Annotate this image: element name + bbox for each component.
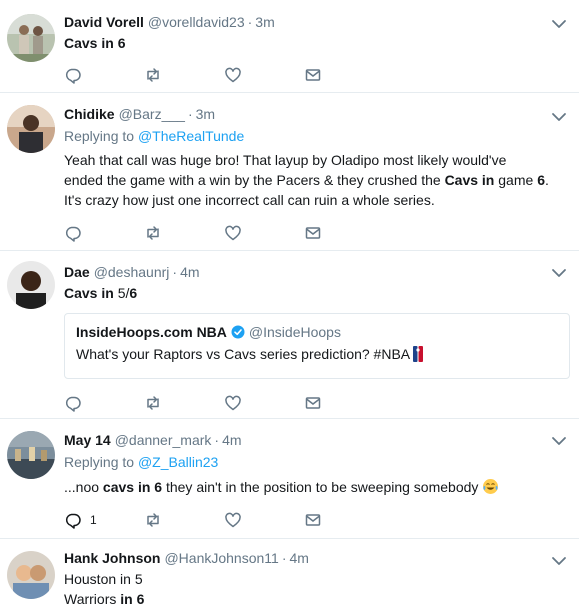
chevron-down-icon[interactable]	[551, 433, 567, 449]
reply-icon	[65, 68, 81, 84]
tweet-text: Cavs in 6	[64, 35, 126, 51]
timestamp[interactable]: 3m	[196, 105, 215, 123]
separator: ·	[214, 432, 220, 448]
like-button[interactable]	[224, 223, 304, 243]
tweet-header: Hank Johnson @HankJohnson11 · 4m	[64, 549, 549, 567]
display-name[interactable]: David Vorell	[64, 13, 144, 31]
timestamp[interactable]: 3m	[255, 13, 274, 31]
chevron-down-icon[interactable]	[551, 16, 567, 32]
like-icon	[225, 67, 241, 83]
direct-message-button[interactable]	[304, 393, 384, 413]
like-icon	[225, 512, 241, 528]
separator: ·	[187, 106, 193, 122]
tweet-4[interactable]: May 14 @danner_mark · 4m Replying to @Z_…	[0, 419, 579, 539]
tweet-header: Chidike @Barz___ · 3m	[64, 105, 549, 123]
reply-button[interactable]	[64, 223, 144, 243]
separator: ·	[247, 14, 253, 30]
tweet-2[interactable]: Chidike @Barz___ · 3m Replying to @TheRe…	[0, 93, 579, 251]
direct-message-icon	[305, 69, 321, 81]
chevron-down-icon[interactable]	[551, 553, 567, 569]
replying-to-link[interactable]: @TheRealTunde	[138, 128, 244, 144]
retweet-button[interactable]	[144, 65, 224, 85]
quoted-handle: @InsideHoops	[248, 324, 341, 340]
user-handle[interactable]: @Barz___	[119, 105, 185, 123]
direct-message-icon	[305, 514, 321, 526]
replying-prefix: Replying to	[64, 128, 138, 144]
separator: ·	[172, 264, 178, 280]
replying-to: Replying to @Z_Ballin23	[64, 453, 549, 471]
tweet-text: Yeah that call was huge bro! That layup …	[64, 152, 549, 208]
replying-to-link[interactable]: @Z_Ballin23	[138, 454, 218, 470]
user-handle[interactable]: @deshaunrj	[94, 263, 170, 281]
avatar[interactable]	[7, 261, 55, 309]
quoted-display-name: InsideHoops.com NBA	[76, 324, 227, 340]
direct-message-button[interactable]	[304, 65, 384, 85]
tweet-actions	[64, 393, 384, 413]
tweet-3[interactable]: Dae @deshaunrj · 4m Cavs in 5/6 InsideHo…	[0, 251, 579, 419]
quoted-text: What's your Raptors vs Cavs series predi…	[76, 344, 558, 364]
like-button[interactable]	[224, 393, 304, 413]
display-name[interactable]: Dae	[64, 263, 90, 281]
retweet-button[interactable]	[144, 223, 224, 243]
nba-logo-icon	[413, 346, 424, 362]
retweet-icon	[147, 226, 159, 240]
avatar[interactable]	[7, 105, 55, 153]
reply-icon	[65, 226, 81, 242]
tweet-1[interactable]: David Vorell @vorelldavid23 · 3m Cavs in…	[0, 0, 579, 93]
tweet-text: ...noo cavs in 6 they ain't in the posit…	[64, 477, 549, 497]
like-button[interactable]	[224, 510, 304, 530]
avatar[interactable]	[7, 551, 55, 599]
tweet-header: May 14 @danner_mark · 4m	[64, 431, 549, 449]
direct-message-icon	[305, 227, 321, 239]
reply-icon	[65, 396, 81, 412]
display-name[interactable]: May 14	[64, 431, 111, 449]
direct-message-icon	[305, 397, 321, 409]
tweet-text: Houston in 5 Warriors in 6	[64, 571, 145, 605]
retweet-icon	[147, 396, 159, 410]
tweet-header: Dae @deshaunrj · 4m	[64, 263, 549, 281]
like-icon	[225, 225, 241, 241]
direct-message-button[interactable]	[304, 223, 384, 243]
tweet-actions: 1	[64, 510, 384, 530]
like-button[interactable]	[224, 65, 304, 85]
tweet-header: David Vorell @vorelldavid23 · 3m	[64, 13, 549, 31]
reply-icon	[65, 513, 81, 529]
tweet-actions	[64, 65, 384, 85]
user-handle[interactable]: @danner_mark	[115, 431, 212, 449]
tweet-feed: David Vorell @vorelldavid23 · 3m Cavs in…	[0, 0, 579, 605]
like-icon	[225, 395, 241, 411]
user-handle[interactable]: @HankJohnson11	[164, 549, 278, 567]
timestamp[interactable]: 4m	[180, 263, 199, 281]
retweet-button[interactable]	[144, 510, 224, 530]
reply-button[interactable]	[64, 65, 144, 85]
timestamp[interactable]: 4m	[290, 549, 309, 567]
display-name[interactable]: Chidike	[64, 105, 115, 123]
reply-count: 1	[90, 513, 97, 527]
reply-button[interactable]	[64, 393, 144, 413]
avatar[interactable]	[7, 431, 55, 479]
retweet-icon	[147, 68, 159, 82]
avatar[interactable]	[7, 14, 55, 62]
tweet-text-body: ...noo cavs in 6 they ain't in the posit…	[64, 479, 479, 495]
replying-prefix: Replying to	[64, 454, 138, 470]
reply-button[interactable]: 1	[64, 510, 144, 530]
chevron-down-icon[interactable]	[551, 109, 567, 125]
quoted-tweet[interactable]: InsideHoops.com NBA @InsideHoops What's …	[64, 313, 570, 379]
verified-badge-icon	[231, 325, 245, 339]
tears-of-joy-emoji	[483, 479, 499, 494]
retweet-icon	[147, 513, 159, 527]
replying-to: Replying to @TheRealTunde	[64, 127, 549, 145]
tweet-actions	[64, 223, 384, 243]
direct-message-button[interactable]	[304, 510, 384, 530]
timestamp[interactable]: 4m	[222, 431, 241, 449]
separator: ·	[281, 550, 287, 566]
retweet-button[interactable]	[144, 393, 224, 413]
tweet-5[interactable]: Hank Johnson @HankJohnson11 · 4m Houston…	[0, 539, 579, 605]
display-name[interactable]: Hank Johnson	[64, 549, 160, 567]
quoted-text-body: What's your Raptors vs Cavs series predi…	[76, 346, 410, 362]
user-handle[interactable]: @vorelldavid23	[148, 13, 245, 31]
chevron-down-icon[interactable]	[551, 265, 567, 281]
tweet-text: Cavs in 5/6	[64, 285, 138, 301]
